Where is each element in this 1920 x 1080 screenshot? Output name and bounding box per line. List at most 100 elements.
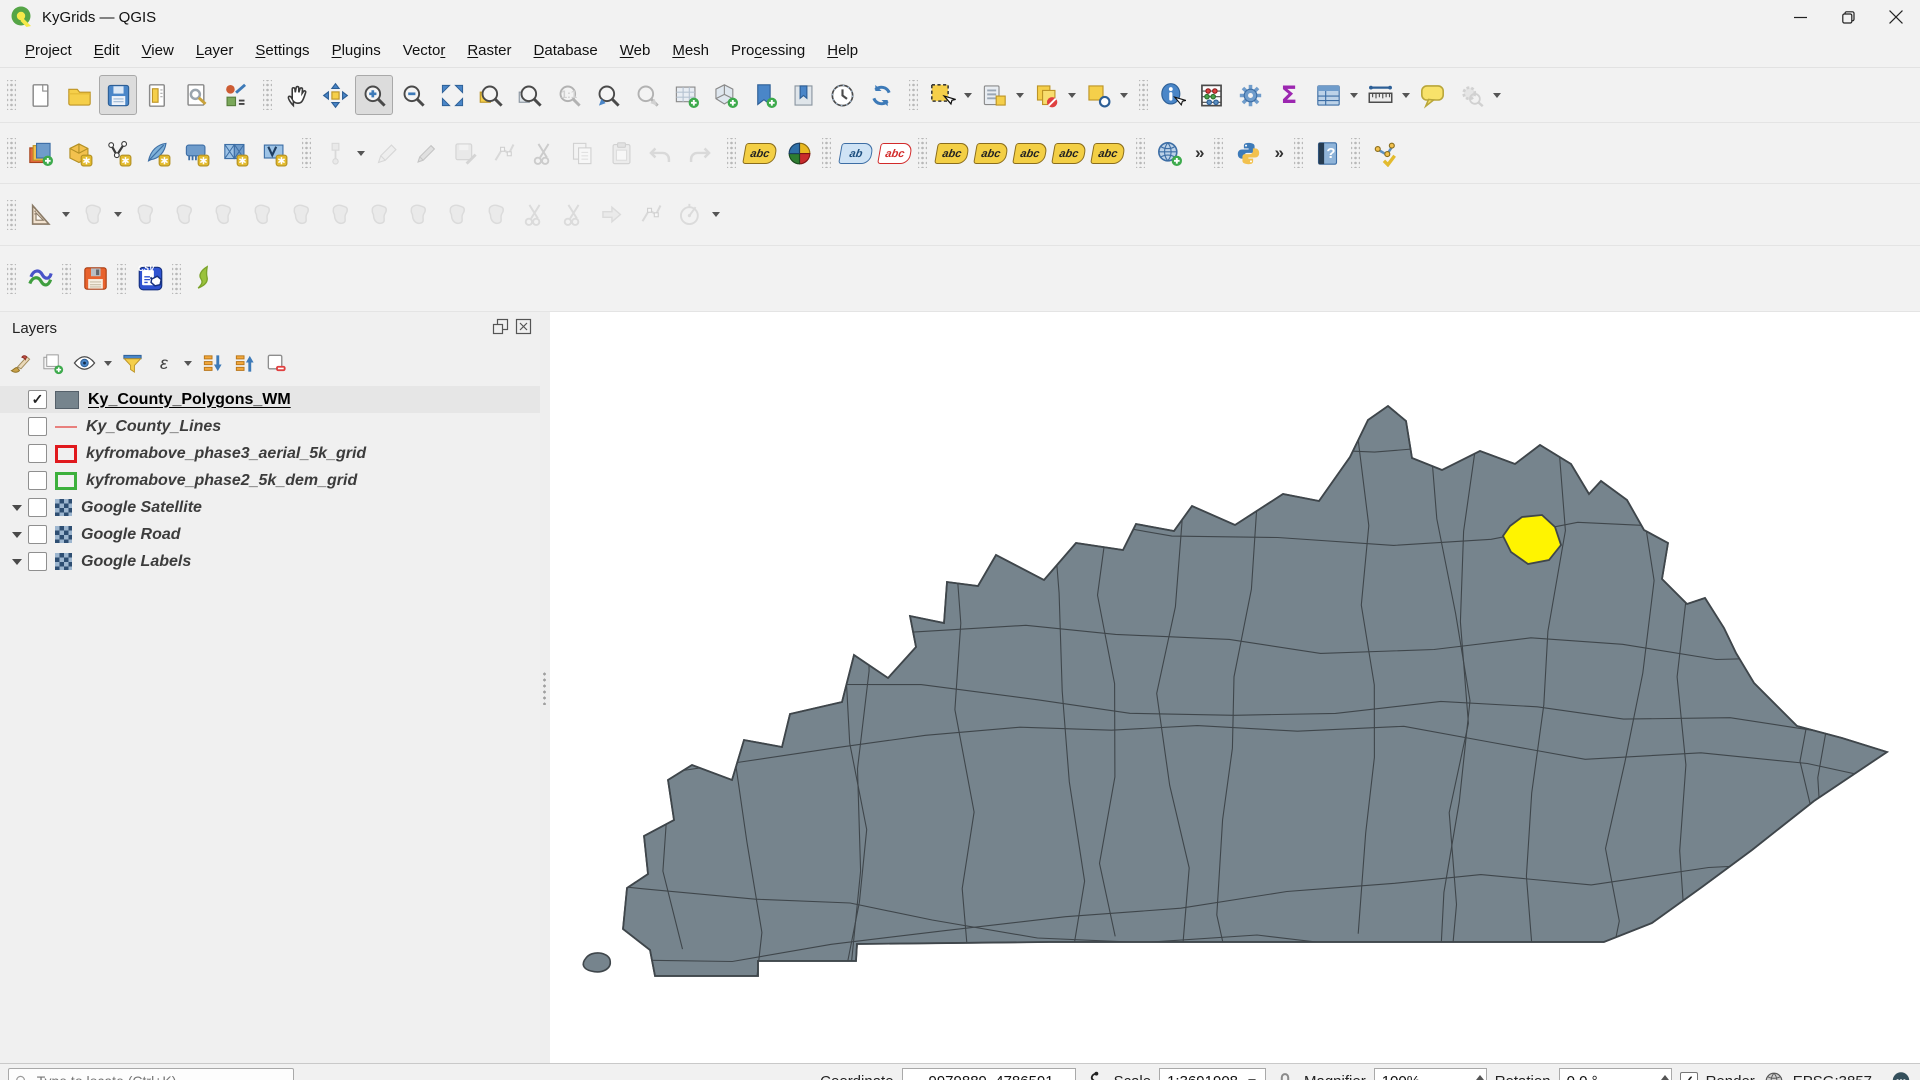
menu-view[interactable]: View	[131, 38, 185, 63]
menu-project[interactable]: Project	[14, 38, 83, 63]
rotate-label-button[interactable]: abc	[1050, 133, 1088, 173]
menu-settings[interactable]: Settings	[244, 38, 320, 63]
vertex-filter-button[interactable]	[632, 195, 670, 235]
toolbar-overflow-icon[interactable]: »	[1268, 143, 1289, 163]
layer-expander-icon[interactable]	[6, 505, 28, 511]
crs-value[interactable]: EPSG:3857	[1793, 1073, 1872, 1080]
hide-labels-button[interactable]: abc	[876, 133, 914, 173]
rotation-spin-arrows[interactable]	[1661, 1075, 1669, 1080]
collapse-all-button[interactable]	[230, 348, 258, 378]
plugin-csv-tools-button[interactable]: CSV	[131, 259, 169, 299]
layer-diagram-options-button[interactable]	[780, 133, 818, 173]
layer-expander-icon[interactable]	[6, 532, 28, 538]
layer-visibility-checkbox[interactable]	[28, 525, 47, 544]
undo-button[interactable]	[641, 133, 679, 173]
layer-visibility-checkbox[interactable]	[28, 444, 47, 463]
save-layer-edits-button[interactable]	[407, 133, 445, 173]
help-contents-button[interactable]: ?	[1309, 133, 1347, 173]
processing-toolbox-button[interactable]	[1231, 75, 1269, 115]
layer-row[interactable]: ✓Ky_County_Polygons_WM	[0, 386, 540, 413]
current-edits-dropdown[interactable]	[357, 151, 365, 156]
add-group-button[interactable]	[38, 348, 66, 378]
float-panel-button[interactable]	[492, 318, 509, 339]
measure-button[interactable]	[1361, 75, 1399, 115]
select-by-location-button[interactable]	[1079, 75, 1117, 115]
select-features-button[interactable]	[923, 75, 961, 115]
menu-web[interactable]: Web	[609, 38, 662, 63]
rotation-spinbox[interactable]: 0.0 °	[1559, 1068, 1672, 1080]
locator-input[interactable]	[35, 1072, 287, 1080]
layer-visibility-checkbox[interactable]	[28, 471, 47, 490]
select-features-dropdown[interactable]	[964, 93, 972, 98]
select-by-location-dropdown[interactable]	[1120, 93, 1128, 98]
metasearch-button[interactable]	[1150, 133, 1188, 173]
open-attribute-table-button[interactable]	[1309, 75, 1347, 115]
menu-raster[interactable]: Raster	[456, 38, 522, 63]
add-ring-button[interactable]	[242, 195, 280, 235]
select-by-value-button[interactable]	[975, 75, 1013, 115]
toolbar-drag-handle[interactable]	[1136, 138, 1145, 168]
map-tips-button[interactable]	[1413, 75, 1451, 115]
lock-scale-icon[interactable]	[1274, 1070, 1296, 1080]
toolbar-drag-handle[interactable]	[1139, 80, 1148, 110]
move-features-button[interactable]	[73, 195, 111, 235]
layer-row[interactable]: Google Labels	[0, 548, 540, 575]
zoom-next-button[interactable]	[628, 75, 666, 115]
zoom-out-button[interactable]	[394, 75, 432, 115]
magnifier-spinbox[interactable]: 100%	[1374, 1068, 1487, 1080]
filter-expression-button[interactable]: ε	[150, 348, 178, 378]
menu-mesh[interactable]: Mesh	[661, 38, 720, 63]
show-hidden-labels-button[interactable]: abc	[972, 133, 1010, 173]
map-canvas[interactable]	[550, 312, 1920, 1063]
reshape-features-button[interactable]	[437, 195, 475, 235]
layer-row[interactable]: kyfromabove_phase3_aerial_5k_grid	[0, 440, 540, 467]
show-spatial-bookmarks-button[interactable]	[784, 75, 822, 115]
highlight-pinned-labels-button[interactable]: ab	[837, 133, 875, 173]
menu-edit[interactable]: Edit	[83, 38, 131, 63]
locator-search[interactable]	[8, 1068, 294, 1080]
new-project-button[interactable]	[21, 75, 59, 115]
layer-visibility-checkbox[interactable]: ✓	[28, 390, 47, 409]
toolbar-drag-handle[interactable]	[822, 138, 831, 168]
refresh-map-button[interactable]	[862, 75, 900, 115]
layer-row[interactable]: Ky_County_Lines	[0, 413, 540, 440]
zoom-to-selection-button[interactable]	[472, 75, 510, 115]
select-by-value-dropdown[interactable]	[1016, 93, 1024, 98]
trim-extend-dropdown[interactable]	[712, 212, 720, 217]
layer-expander-icon[interactable]	[6, 559, 28, 565]
toolbar-drag-handle[interactable]	[7, 138, 16, 168]
toolbar-drag-handle[interactable]	[7, 80, 16, 110]
crs-globe-icon[interactable]	[1763, 1070, 1785, 1080]
delete-part-button[interactable]	[398, 195, 436, 235]
new-print-layout-button[interactable]	[138, 75, 176, 115]
statistical-summary-button[interactable]	[1192, 75, 1230, 115]
extents-toggle-icon[interactable]	[1084, 1070, 1106, 1080]
messages-button[interactable]	[1890, 1070, 1912, 1080]
new-virtual-layer-button[interactable]	[255, 133, 293, 173]
search-settings-dropdown[interactable]	[1493, 93, 1501, 98]
delete-ring-button[interactable]	[359, 195, 397, 235]
toggle-editing-button[interactable]	[368, 133, 406, 173]
toolbar-drag-handle[interactable]	[302, 138, 311, 168]
attribute-table-dropdown[interactable]	[1350, 93, 1358, 98]
toolbar-drag-handle[interactable]	[1294, 138, 1303, 168]
menu-processing[interactable]: Processing	[720, 38, 816, 63]
rotate-feature-button[interactable]	[125, 195, 163, 235]
map-themes-button[interactable]	[70, 348, 98, 378]
open-project-button[interactable]	[60, 75, 98, 115]
change-label-button[interactable]: abc	[1089, 133, 1127, 173]
plugin-save-attributes-button[interactable]	[76, 259, 114, 299]
show-layout-manager-button[interactable]	[177, 75, 215, 115]
simplify-feature-button[interactable]	[203, 195, 241, 235]
cut-features-button[interactable]	[524, 133, 562, 173]
layer-row[interactable]: Google Satellite	[0, 494, 540, 521]
move-label-button[interactable]: abc	[1011, 133, 1049, 173]
style-manager-button[interactable]	[216, 75, 254, 115]
kentucky-county-map[interactable]	[550, 312, 1920, 1063]
new-gpx-layer-button[interactable]	[216, 133, 254, 173]
deselect-dropdown[interactable]	[1068, 93, 1076, 98]
restore-button[interactable]	[1824, 0, 1872, 34]
new-3d-map-view-button[interactable]	[706, 75, 744, 115]
new-spatialite-layer-button[interactable]	[138, 133, 176, 173]
save-project-button[interactable]	[99, 75, 137, 115]
